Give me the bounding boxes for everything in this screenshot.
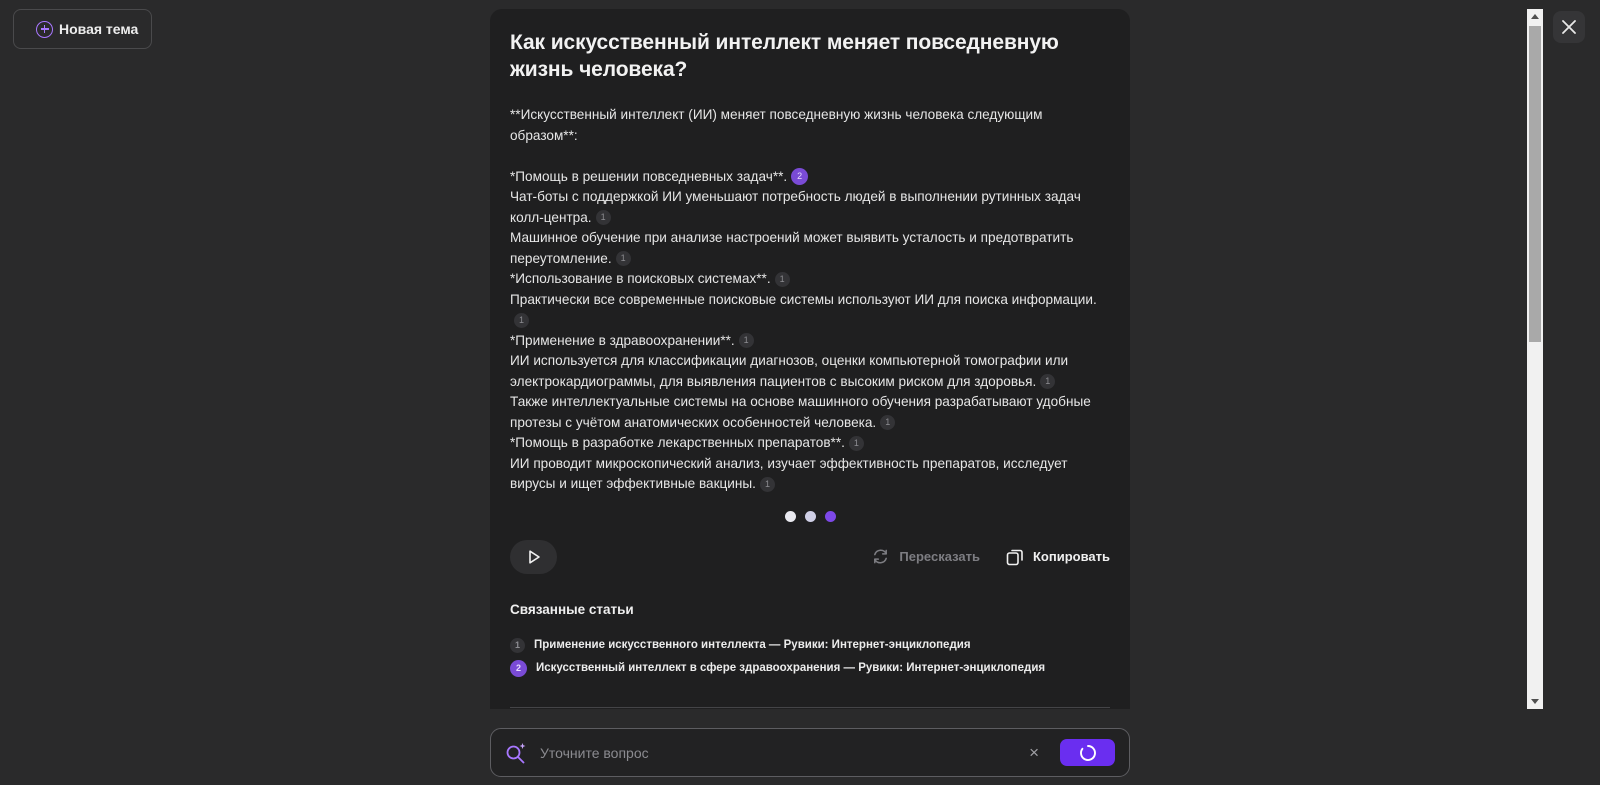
answer-line-text: ИИ используется для классификации диагно… [510,353,1069,368]
answer-line: **Искусственный интеллект (ИИ) меняет по… [510,105,1110,126]
related-item-2[interactable]: 2 Искусственный интеллект в сфере здраво… [510,657,1110,680]
answer-line-text: переутомление. [510,250,612,266]
citation-badge[interactable]: 1 [880,415,896,431]
answer-line-text: *Использование в поисковых системах**. [510,271,771,286]
citation-badge[interactable]: 1 [615,251,631,267]
spinner-icon [1079,744,1096,761]
scroll-up-arrow[interactable] [1531,14,1539,19]
refresh-icon [874,549,888,564]
answer-line: колл-центра. 1 [510,208,1110,229]
citation-badge[interactable]: 1 [848,435,864,451]
copy-icon [1006,549,1023,565]
citation-badge: 2 [510,659,527,677]
answer-line: Практически все современные поисковые си… [510,290,1110,311]
answer-line: *Помощь в решении повседневных задач**. 2 [510,167,1110,188]
related-title: Связанные статьи [510,601,634,617]
answer-line: образом**: [510,126,1110,147]
plus-circle-icon [36,20,53,38]
carousel-dot-1[interactable] [784,510,796,522]
retell-label: Пересказать [899,549,980,564]
related-item-1[interactable]: 1 Применение искусственного интеллекта —… [510,634,1110,657]
answer-line: ИИ проводит микроскопический анализ, изу… [510,454,1110,475]
answer-line: протезы с учётом анатомических особеннос… [510,413,1110,434]
answer-line: электрокардиограммы, для выявления пацие… [510,372,1110,393]
answer-line: *Использование в поисковых системах**. 1 [510,269,1110,290]
scroll-down-arrow[interactable] [1531,699,1539,704]
retell-button[interactable]: Пересказать [871,547,980,566]
answer-line-text: *Помощь в решении повседневных задач**. [510,168,788,184]
citation-badge: 1 [510,637,525,653]
citation-badge[interactable]: 2 [791,168,809,186]
answer-line-text: вирусы и ищет эффективные вакцины. [510,476,756,491]
citation-badge[interactable]: 1 [514,312,529,328]
answer-panel: Как искусственный интеллект меняет повсе… [490,9,1130,709]
play-button[interactable] [510,539,557,574]
question-input[interactable] [540,744,1030,761]
divider [510,706,1110,708]
submit-button[interactable] [1060,739,1115,766]
answer-line: *Помощь в разработке лекарственных препа… [510,433,1110,454]
carousel-dot-3[interactable] [824,510,836,522]
close-button[interactable] [1553,11,1585,43]
answer-line: вирусы и ищет эффективные вакцины. 1 [510,474,1110,495]
answer-line-text: Практически все современные поисковые си… [510,291,1097,307]
citation-badge[interactable]: 1 [738,333,754,349]
related-item-label: Искусственный интеллект в сфере здравоох… [536,662,1046,674]
scrollbar-thumb[interactable] [1529,26,1541,342]
answer-line-text: образом**: [510,127,578,143]
answer-line-text: *Применение в здравоохранении**. [510,332,735,348]
clear-icon[interactable]: × [1029,743,1039,763]
carousel-dots [510,510,1110,523]
answer-line: Машинное обучение при анализе настроений… [510,228,1110,249]
answer-line: переутомление. 1 [510,249,1110,270]
answer-line: *Применение в здравоохранении**. 1 [510,331,1110,352]
answer-line-text: Машинное обучение при анализе настроений… [510,230,1074,245]
copy-button[interactable]: Копировать [1006,548,1110,566]
answer-line-text: Чат-боты с поддержкой ИИ уменьшают потре… [510,189,1081,204]
answer-line-text: колл-центра. [510,209,592,225]
citation-badge[interactable]: 1 [774,271,790,287]
related-list: 1 Применение искусственного интеллекта —… [510,634,1110,680]
answer-line-text: протезы с учётом анатомических особеннос… [510,414,877,430]
answer-line: Также интеллектуальные системы на основе… [510,392,1110,413]
answer-line: Чат-боты с поддержкой ИИ уменьшают потре… [510,187,1110,208]
answer-text: **Искусственный интеллект (ИИ) меняет по… [510,105,1110,495]
citation-badge[interactable]: 1 [595,210,611,226]
answer-line-text: *Помощь в разработке лекарственных препа… [510,435,845,450]
answer-actions: Пересказать Копировать [510,539,1110,574]
citation-badge[interactable]: 1 [1040,374,1056,390]
scrollbar[interactable] [1527,9,1543,709]
new-topic-button[interactable]: Новая тема [13,9,152,49]
answer-line-text: **Искусственный интеллект (ИИ) меняет по… [510,107,1043,122]
related-item-label: Применение искусственного интеллекта — Р… [534,639,971,651]
answer-line: 1 [510,310,1110,331]
citation-badge[interactable]: 1 [759,476,775,492]
play-icon [528,549,540,564]
answer-line-text: Также интеллектуальные системы на основе… [510,394,1091,409]
new-topic-label: Новая тема [59,21,139,37]
page-title: Как искусственный интеллект меняет повсе… [510,31,1059,81]
carousel-dot-2[interactable] [804,510,816,522]
copy-label: Копировать [1032,549,1110,564]
answer-line: ИИ используется для классификации диагно… [510,351,1110,372]
ai-search-icon [506,742,526,763]
answer-line-text: электрокардиограммы, для выявления пацие… [510,373,1037,389]
question-input-bar: × [490,728,1130,777]
close-icon [1562,20,1576,34]
answer-line-text: ИИ проводит микроскопический анализ, изу… [510,455,1068,471]
